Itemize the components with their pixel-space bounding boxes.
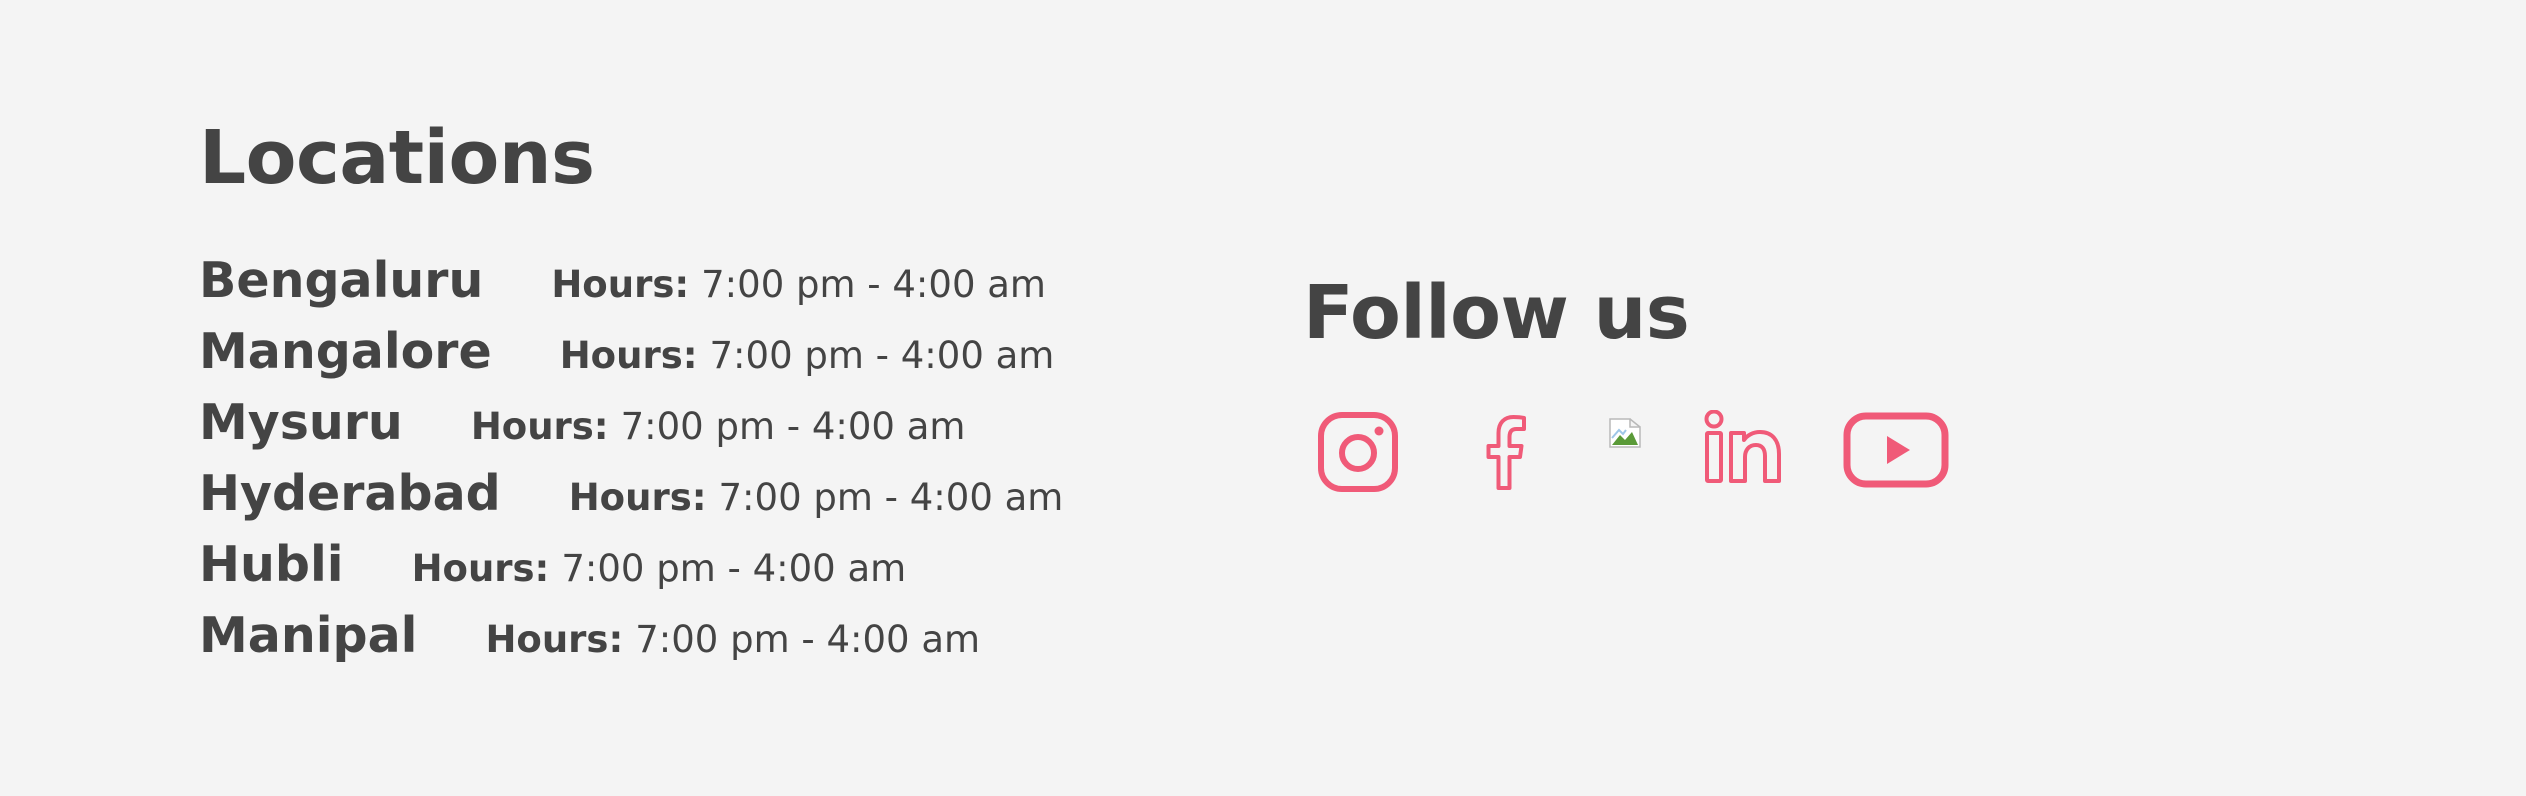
- broken-image-glyph: [1609, 418, 1641, 448]
- location-hours-value: 7:00 pm - 4:00 am: [561, 547, 907, 590]
- location-row-manipal: Manipal Hours: 7:00 pm - 4:00 am: [199, 609, 1063, 680]
- locations-list: Bengaluru Hours: 7:00 pm - 4:00 am Manga…: [199, 254, 1063, 680]
- facebook-icon[interactable]: [1485, 414, 1527, 490]
- youtube-icon[interactable]: [1843, 412, 1949, 488]
- location-hours-label: Hours:: [485, 618, 624, 661]
- location-hours-value: 7:00 pm - 4:00 am: [718, 476, 1064, 519]
- location-row-hubli: Hubli Hours: 7:00 pm - 4:00 am: [199, 538, 1063, 609]
- location-hours-label: Hours:: [551, 263, 690, 306]
- location-city: Hubli: [199, 536, 344, 593]
- location-hours-label: Hours:: [411, 547, 550, 590]
- location-hours-value: 7:00 pm - 4:00 am: [701, 263, 1046, 306]
- follow-heading: Follow us: [1303, 270, 1690, 356]
- linkedin-icon[interactable]: [1704, 409, 1782, 484]
- location-city: Bengaluru: [199, 252, 484, 309]
- location-row-mangalore: Mangalore Hours: 7:00 pm - 4:00 am: [199, 325, 1063, 396]
- instagram-icon[interactable]: [1318, 412, 1398, 492]
- locations-section: Locations Bengaluru Hours: 7:00 pm - 4:0…: [199, 110, 1063, 680]
- location-row-hyderabad: Hyderabad Hours: 7:00 pm - 4:00 am: [199, 467, 1063, 538]
- location-hours-label: Hours:: [470, 405, 609, 448]
- broken-image-icon: [1609, 418, 1641, 448]
- follow-section: Follow us: [1303, 265, 1690, 361]
- location-city: Mysuru: [199, 394, 403, 451]
- location-city: Manipal: [199, 607, 418, 664]
- location-city: Mangalore: [199, 323, 492, 380]
- linkedin-glyph: [1704, 409, 1781, 483]
- location-row-bengaluru: Bengaluru Hours: 7:00 pm - 4:00 am: [199, 254, 1063, 325]
- facebook-glyph: [1486, 415, 1526, 490]
- location-hours-value: 7:00 pm - 4:00 am: [709, 334, 1055, 377]
- youtube-glyph: [1843, 412, 1949, 488]
- location-hours-value: 7:00 pm - 4:00 am: [635, 618, 981, 661]
- location-hours-value: 7:00 pm - 4:00 am: [620, 405, 966, 448]
- location-hours-label: Hours:: [559, 334, 698, 377]
- location-city: Hyderabad: [199, 465, 501, 522]
- locations-heading: Locations: [199, 115, 595, 201]
- location-row-mysuru: Mysuru Hours: 7:00 pm - 4:00 am: [199, 396, 1063, 467]
- instagram-glyph: [1318, 412, 1398, 492]
- location-hours-label: Hours:: [568, 476, 707, 519]
